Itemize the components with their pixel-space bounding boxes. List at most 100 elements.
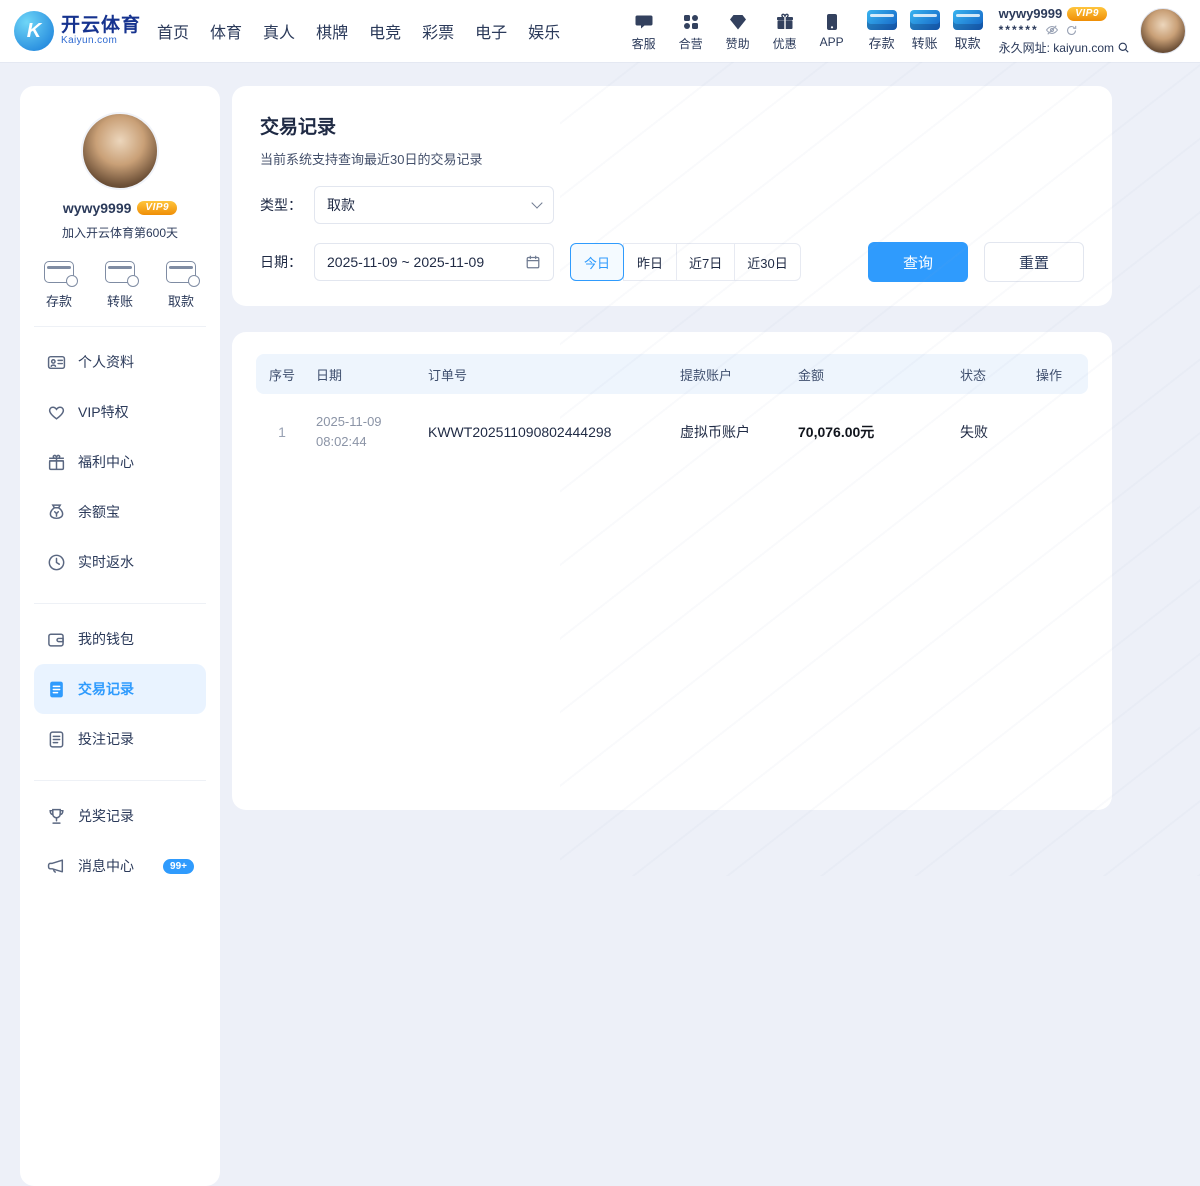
wallet-icon (46, 629, 66, 649)
header-withdraw[interactable]: 取款 (953, 10, 983, 52)
money-bag-icon (46, 502, 66, 522)
eye-off-icon[interactable] (1045, 23, 1059, 37)
sidebar-avatar[interactable] (81, 112, 159, 190)
header-promo[interactable]: 优惠 (768, 11, 802, 52)
nav-entertainment[interactable]: 娱乐 (528, 19, 560, 43)
type-label: 类型： (260, 195, 314, 215)
sidebar-item-profile[interactable]: 个人资料 (34, 337, 206, 387)
sidebar-item-transactions[interactable]: 交易记录 (34, 664, 206, 714)
date-range-input[interactable]: 2025-11-09 ~ 2025-11-09 (314, 243, 554, 281)
sidebar-item-yuebao[interactable]: 余额宝 (34, 487, 206, 537)
bet-records-icon (46, 729, 66, 749)
sidebar-item-prizes[interactable]: 兑奖记录 (34, 791, 206, 841)
sidebar-username: wywy9999 (63, 200, 132, 216)
header-deposit[interactable]: 存款 (867, 10, 897, 52)
date-range-value: 2025-11-09 ~ 2025-11-09 (327, 254, 484, 270)
sidebar-item-label: 实时返水 (78, 552, 134, 572)
avatar[interactable] (1140, 8, 1186, 54)
refresh-icon[interactable] (1065, 24, 1078, 37)
cell-account: 虚拟币账户 (672, 422, 790, 442)
th-index: 序号 (256, 365, 308, 384)
range-7days[interactable]: 近7日 (676, 243, 735, 281)
sidebar-quick-actions: 存款 转账 取款 (44, 261, 196, 310)
nav-board-games[interactable]: 棋牌 (316, 19, 348, 43)
quick-deposit[interactable]: 存款 (44, 261, 74, 310)
header-sponsor[interactable]: 赞助 (721, 11, 755, 52)
nav-live-casino[interactable]: 真人 (263, 19, 295, 43)
nav-lottery[interactable]: 彩票 (422, 19, 454, 43)
sidebar-vip-badge: VIP9 (137, 201, 177, 215)
sidebar-item-label: 消息中心 (78, 856, 134, 876)
search-button[interactable]: 查询 (868, 242, 968, 282)
cell-status: 失败 (952, 422, 1028, 442)
sidebar: wywy9999 VIP9 加入开云体育第600天 存款 转账 取款 个人资料 … (20, 86, 220, 1186)
sidebar-item-label: 我的钱包 (78, 629, 134, 649)
nav-esports[interactable]: 电竞 (369, 19, 401, 43)
reset-button[interactable]: 重置 (984, 242, 1084, 282)
th-status: 状态 (952, 365, 1028, 384)
header-partner-label: 合营 (679, 35, 703, 52)
nav-slots[interactable]: 电子 (475, 19, 507, 43)
permanent-site-label: 永久网址: kaiyun.com (999, 39, 1114, 56)
id-card-icon (46, 352, 66, 372)
chat-icon (633, 11, 655, 33)
range-today[interactable]: 今日 (570, 243, 624, 281)
nav-home[interactable]: 首页 (157, 19, 189, 43)
phone-icon (821, 11, 843, 33)
date-quick-ranges: 今日 昨日 近7日 近30日 (570, 243, 801, 281)
sidebar-item-label: VIP特权 (78, 402, 129, 422)
sidebar-item-label: 余额宝 (78, 502, 120, 522)
quick-withdraw[interactable]: 取款 (166, 261, 196, 310)
cell-datetime: 2025-11-09 08:02:44 (308, 412, 420, 451)
magnifier-icon[interactable] (1117, 41, 1130, 54)
divider (34, 326, 206, 327)
sidebar-item-messages[interactable]: 消息中心 99+ (34, 841, 206, 891)
quick-transfer[interactable]: 转账 (105, 261, 135, 310)
header-support[interactable]: 客服 (627, 11, 661, 52)
table-header-row: 序号 日期 订单号 提款账户 金额 状态 操作 (256, 354, 1088, 394)
header-transfer[interactable]: 转账 (910, 10, 940, 52)
brand-name: 开云体育 (61, 16, 141, 36)
sidebar-item-rebate[interactable]: 实时返水 (34, 537, 206, 587)
range-30days[interactable]: 近30日 (734, 243, 800, 281)
welfare-gift-icon (46, 452, 66, 472)
chevron-down-icon (531, 197, 542, 208)
logo[interactable]: K 开云体育 Kaiyun.com (14, 11, 141, 51)
sidebar-item-label: 个人资料 (78, 352, 134, 372)
cell-amount: 70,076.00元 (790, 422, 952, 442)
partner-icon (680, 11, 702, 33)
username: wywy9999 (999, 6, 1063, 21)
sidebar-item-bets[interactable]: 投注记录 (34, 714, 206, 764)
table-row: 1 2025-11-09 08:02:44 KWWT20251109080244… (256, 394, 1088, 465)
th-date: 日期 (308, 365, 420, 384)
quick-transfer-label: 转账 (107, 291, 133, 310)
sidebar-item-label: 兑奖记录 (78, 806, 134, 826)
sidebar-item-label: 投注记录 (78, 729, 134, 749)
calendar-icon (525, 254, 541, 270)
transaction-records-icon (46, 679, 66, 699)
sidebar-item-welfare[interactable]: 福利中心 (34, 437, 206, 487)
vip-badge: VIP9 (1067, 7, 1107, 21)
header-transfer-label: 转账 (912, 33, 938, 52)
divider (34, 780, 206, 781)
header-wallet-group: 存款 转账 取款 (867, 10, 983, 52)
sidebar-item-label: 福利中心 (78, 452, 134, 472)
date-label: 日期： (260, 252, 314, 272)
sidebar-item-wallet[interactable]: 我的钱包 (34, 614, 206, 664)
header-support-label: 客服 (632, 35, 656, 52)
header-app-label: APP (820, 35, 844, 49)
type-select[interactable]: 取款 (314, 186, 554, 224)
sidebar-item-vip[interactable]: VIP特权 (34, 387, 206, 437)
clock-icon (46, 552, 66, 572)
unread-count-badge: 99+ (163, 859, 194, 874)
header-sponsor-label: 赞助 (726, 35, 750, 52)
page-subtitle: 当前系统支持查询最近30日的交易记录 (260, 149, 1084, 168)
header-app[interactable]: APP (815, 11, 849, 52)
nav-sports[interactable]: 体育 (210, 19, 242, 43)
cell-order-number: KWWT202511090802444298 (420, 424, 672, 440)
cell-index: 1 (256, 424, 308, 440)
th-amount: 金额 (790, 365, 952, 384)
range-yesterday[interactable]: 昨日 (623, 243, 677, 281)
quick-deposit-label: 存款 (46, 291, 72, 310)
header-partner[interactable]: 合营 (674, 11, 708, 52)
